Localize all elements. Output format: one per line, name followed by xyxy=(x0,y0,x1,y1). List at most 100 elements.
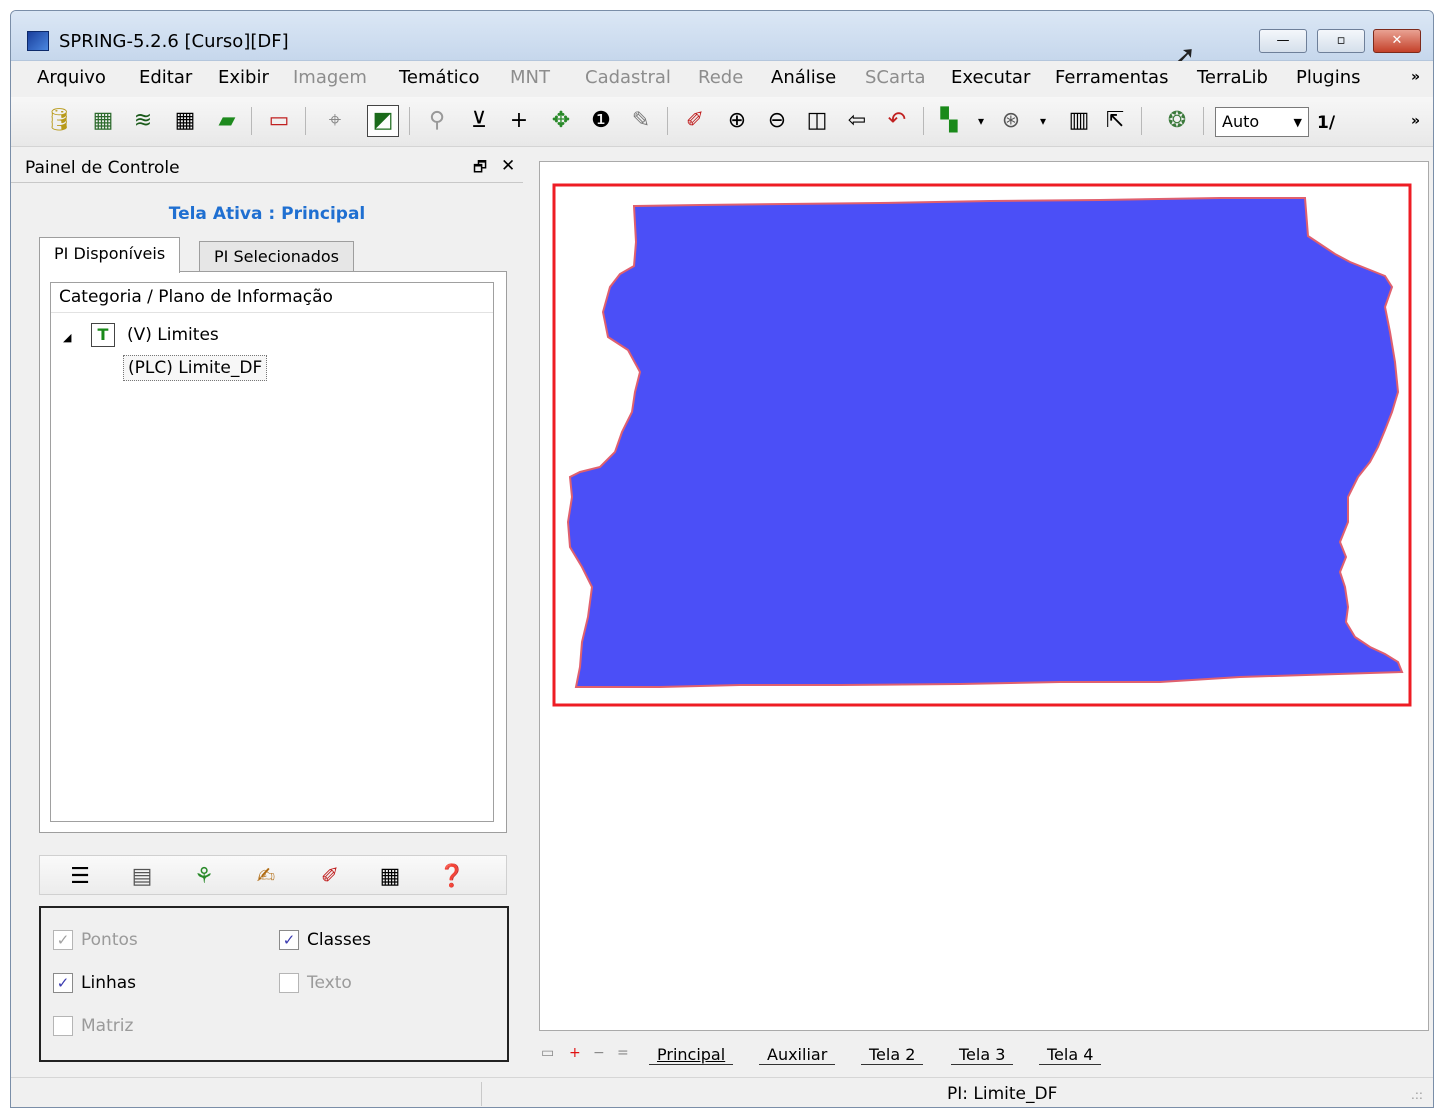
drawing-area: ▭ + − = Principal Auxiliar Tela 2 Tela 3… xyxy=(531,151,1433,1077)
menu-plugins[interactable]: Plugins xyxy=(1296,67,1360,88)
status-active-plan: PI: Limite_DF xyxy=(947,1084,1058,1104)
tree-category-limites[interactable]: (V) Limites xyxy=(127,325,219,345)
tab-pi-selecionados[interactable]: PI Selecionados xyxy=(199,241,354,271)
zoom-out-icon[interactable]: ⊖ xyxy=(761,105,793,137)
expand-arrow-icon[interactable]: ◢ xyxy=(63,331,71,344)
legend-icon[interactable]: ▦ xyxy=(376,862,404,890)
project-icon[interactable]: ▦ xyxy=(87,105,119,137)
menu-mnt[interactable]: MNT xyxy=(510,67,550,88)
plane-icon[interactable]: ▰ xyxy=(211,105,243,137)
status-separator xyxy=(481,1082,482,1106)
toolbar-overflow-button[interactable]: » xyxy=(1411,113,1420,129)
screen-tab-principal[interactable]: Principal xyxy=(649,1045,734,1065)
tab-pi-disponiveis[interactable]: PI Disponíveis xyxy=(39,237,181,273)
checkbox-label: Pontos xyxy=(81,930,138,950)
minimize-button[interactable]: — xyxy=(1259,29,1307,53)
cursor-plus-icon[interactable]: ⇱ xyxy=(1099,105,1131,137)
tree-header: Categoria / Plano de Informação xyxy=(51,283,493,313)
color-icon[interactable]: ▚ xyxy=(933,105,965,137)
screen-list-icon[interactable]: = xyxy=(617,1045,629,1061)
checkbox-box: ✓ xyxy=(53,930,73,950)
title-bar[interactable]: SPRING-5.2.6 [Curso][DF] ➚ — ▫ ✕ xyxy=(11,11,1433,71)
toolbar-separator xyxy=(409,107,410,135)
menu-rede[interactable]: Rede xyxy=(698,67,743,88)
topology-icon[interactable]: ⚘ xyxy=(190,862,218,890)
screen-window-icon[interactable]: ▭ xyxy=(541,1045,554,1061)
panel-tool-strip: ☰ ▤ ⚘ ✍ ✐ ▦ ❓ xyxy=(39,855,507,895)
screen-tab-tela-3[interactable]: Tela 3 xyxy=(951,1045,1014,1065)
layers-icon[interactable]: ≋ xyxy=(127,105,159,137)
menu-scarta[interactable]: SCarta xyxy=(865,67,926,88)
checkbox-texto[interactable]: Texto xyxy=(279,973,352,993)
remove-screen-icon[interactable]: − xyxy=(593,1045,605,1061)
chevron-down-icon: ▼ xyxy=(1293,116,1302,129)
palette-icon[interactable]: ❂ xyxy=(1161,105,1193,137)
checkbox-linhas[interactable]: ✓ Linhas xyxy=(53,973,136,993)
pencil-icon[interactable]: ✐ xyxy=(679,105,711,137)
database-icon[interactable]: 🛢 xyxy=(43,105,75,137)
visual-options-box: ✓ Pontos ✓ Classes ✓ Linhas Texto Matriz xyxy=(39,906,509,1062)
add-screen-icon[interactable]: + xyxy=(569,1045,581,1061)
dropdown-arrow-icon[interactable]: ▾ xyxy=(965,105,997,137)
pan-icon[interactable]: ✥ xyxy=(545,105,577,137)
toolbar-separator xyxy=(305,107,306,135)
checkbox-pontos[interactable]: ✓ Pontos xyxy=(53,930,138,950)
status-bar: PI: Limite_DF .:: xyxy=(11,1077,1433,1107)
resize-grip-icon[interactable]: .:: xyxy=(1411,1088,1423,1102)
checkbox-classes[interactable]: ✓ Classes xyxy=(279,930,371,950)
info-icon[interactable]: ❶ xyxy=(585,105,617,137)
undo-icon[interactable]: ↶ xyxy=(881,105,913,137)
menu-executar[interactable]: Executar xyxy=(951,67,1030,88)
toolbar-separator xyxy=(1141,107,1142,135)
checkbox-matriz[interactable]: Matriz xyxy=(53,1016,133,1036)
menu-editar[interactable]: Editar xyxy=(139,67,192,88)
app-window: SPRING-5.2.6 [Curso][DF] ➚ — ▫ ✕ Arquivo… xyxy=(10,10,1434,1108)
properties-icon[interactable]: ▤ xyxy=(128,862,156,890)
edit-icon[interactable]: ✎ xyxy=(625,105,657,137)
checkbox-label: Matriz xyxy=(81,1016,134,1036)
menu-imagem[interactable]: Imagem xyxy=(293,67,367,88)
maximize-button[interactable]: ▫ xyxy=(1317,29,1365,53)
chart-icon[interactable]: ▥ xyxy=(1063,105,1095,137)
control-panel: Painel de Controle 🗗 ✕ Tela Ativa : Prin… xyxy=(11,151,523,1081)
df-boundary-polygon[interactable] xyxy=(566,197,1404,688)
display-icon[interactable]: ◩ xyxy=(367,105,399,137)
tree-plan-limite-df[interactable]: (PLC) Limite_DF xyxy=(123,355,268,381)
screen-tab-tela-2[interactable]: Tela 2 xyxy=(861,1045,924,1065)
edit-table-icon[interactable]: ✍ xyxy=(252,862,280,890)
menu-ferramentas[interactable]: Ferramentas xyxy=(1055,67,1168,88)
window-icon[interactable]: ▭ xyxy=(263,105,295,137)
zoom-area-icon[interactable]: ◫ xyxy=(801,105,833,137)
menu-analise[interactable]: Análise xyxy=(771,67,836,88)
menu-bar: Arquivo Editar Exibir Imagem Temático MN… xyxy=(11,61,1433,93)
menu-cadastral[interactable]: Cadastral xyxy=(585,67,671,88)
select-icon[interactable]: ⌖ xyxy=(319,105,351,137)
menu-tematico[interactable]: Temático xyxy=(399,67,480,88)
scale-icon[interactable]: ⊛ xyxy=(995,105,1027,137)
screen-tab-tela-4[interactable]: Tela 4 xyxy=(1039,1045,1102,1065)
help-icon[interactable]: ❓ xyxy=(438,862,466,890)
dock-icon[interactable]: 🗗 xyxy=(473,157,487,182)
grid-icon[interactable]: ▦ xyxy=(169,105,201,137)
tab-content: Categoria / Plano de Informação ◢ T (V) … xyxy=(39,271,507,833)
map-canvas[interactable] xyxy=(539,161,1429,1031)
menu-overflow-button[interactable]: » xyxy=(1411,69,1420,85)
list-icon[interactable]: ☰ xyxy=(66,862,94,890)
toolbar-separator xyxy=(251,107,252,135)
plus-icon[interactable]: + xyxy=(503,105,535,137)
zoom-select[interactable]: Auto ▼ xyxy=(1215,107,1309,137)
screen-tab-auxiliar[interactable]: Auxiliar xyxy=(759,1045,836,1065)
zoom-in-icon[interactable]: ⊕ xyxy=(721,105,753,137)
previous-icon[interactable]: ⇦ xyxy=(841,105,873,137)
close-button[interactable]: ✕ xyxy=(1373,29,1421,53)
menu-exibir[interactable]: Exibir xyxy=(218,67,269,88)
drawing-icon[interactable]: ✐ xyxy=(316,862,344,890)
window-title: SPRING-5.2.6 [Curso][DF] xyxy=(59,31,289,52)
fit-icon[interactable]: ⊻ xyxy=(463,105,495,137)
menu-terralib[interactable]: TerraLib xyxy=(1197,67,1268,88)
panel-close-icon[interactable]: ✕ xyxy=(501,156,515,176)
dropdown-arrow-icon[interactable]: ▾ xyxy=(1027,105,1059,137)
scale-label: 1/ xyxy=(1317,113,1336,133)
magnifier-icon[interactable]: ⚲ xyxy=(421,105,453,137)
menu-arquivo[interactable]: Arquivo xyxy=(37,67,106,88)
